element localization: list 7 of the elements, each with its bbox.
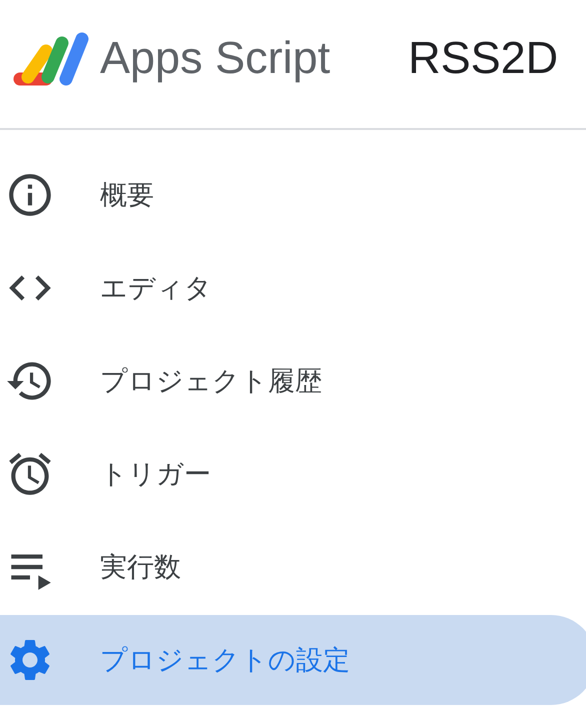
nav-item[interactable]: 概要 [0,150,586,240]
project-title: RSS2D [408,32,558,84]
nav-item[interactable]: プロジェクト履歴 [0,336,586,426]
nav-item[interactable]: トリガー [0,429,586,519]
nav-item[interactable]: エディタ [0,243,586,333]
nav-item[interactable]: 実行数 [0,522,586,612]
product-name: Apps Script [100,32,330,84]
